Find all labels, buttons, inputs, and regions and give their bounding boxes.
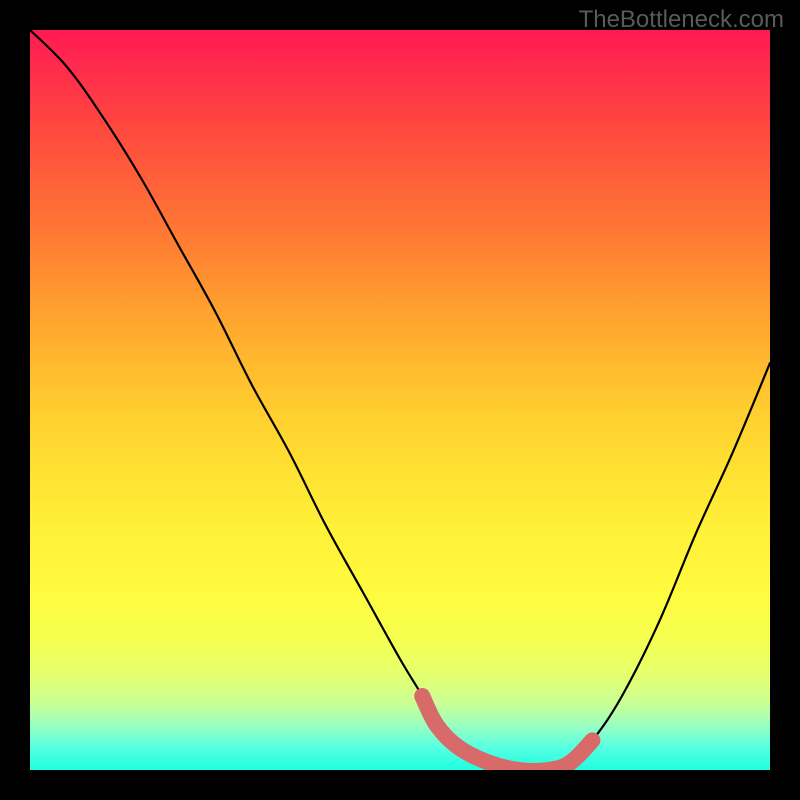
highlight-segment-path [422, 696, 592, 770]
bottleneck-curve-path [30, 30, 770, 770]
curve-layer [30, 30, 770, 770]
plot-area [30, 30, 770, 770]
watermark-text: TheBottleneck.com [579, 6, 784, 34]
